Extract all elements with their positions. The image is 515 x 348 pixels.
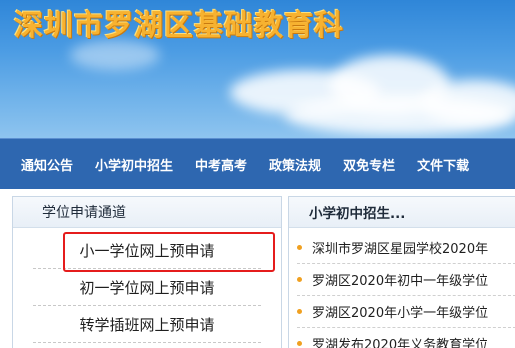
news-item[interactable]: 深圳市罗湖区星园学校2020年 [297,232,515,264]
news-item-label[interactable]: 罗湖区2020年初中一年级学位 [312,270,488,289]
nav-item-enrollment[interactable]: 小学初中招生 [84,155,184,174]
nav-item-downloads[interactable]: 文件下载 [406,155,480,174]
site-title: 深圳市罗湖区基础教育科 [14,8,345,42]
link-transfer-application[interactable]: 转学插班网上预申请 [33,306,261,343]
enrollment-news-panel: 小学初中招生... 深圳市罗湖区星园学校2020年 罗湖区2020年初中一年级学… [288,196,515,348]
news-item-label[interactable]: 罗湖发布2020年义务教育学位 [312,334,488,348]
news-item-label[interactable]: 罗湖区2020年小学一年级学位 [312,302,488,321]
news-list: 深圳市罗湖区星园学校2020年 罗湖区2020年初中一年级学位 罗湖区2020年… [289,228,515,348]
bullet-icon [297,245,302,250]
news-item[interactable]: 罗湖发布2020年义务教育学位 [297,328,515,348]
news-item[interactable]: 罗湖区2020年初中一年级学位 [297,264,515,296]
nav-item-exemption[interactable]: 双免专栏 [332,155,406,174]
news-item[interactable]: 罗湖区2020年小学一年级学位 [297,296,515,328]
link-junior1-application[interactable]: 初一学位网上预申请 [33,269,261,306]
cloud-decoration [285,95,515,135]
highlight-box [63,232,275,272]
panel-title[interactable]: 小学初中招生... [289,202,405,222]
panel-header: 学位申请通道 [13,197,281,228]
panel-title: 学位申请通道 [42,205,126,221]
nav-item-policies[interactable]: 政策法规 [258,155,332,174]
nav-item-notices[interactable]: 通知公告 [0,155,84,174]
news-item-label[interactable]: 深圳市罗湖区星园学校2020年 [312,238,488,257]
main-nav: 通知公告 小学初中招生 中考高考 政策法规 双免专栏 文件下载 [0,138,515,189]
bullet-icon [297,309,302,314]
bullet-icon [297,277,302,282]
bullet-icon [297,341,302,346]
application-channel-panel: 学位申请通道 小一学位网上预申请 初一学位网上预申请 转学插班网上预申请 [12,196,282,348]
cloud-decoration [70,40,160,70]
panel-header: 小学初中招生... [289,197,515,228]
site-header: 深圳市罗湖区基础教育科 [0,0,515,138]
nav-item-exams[interactable]: 中考高考 [184,155,258,174]
